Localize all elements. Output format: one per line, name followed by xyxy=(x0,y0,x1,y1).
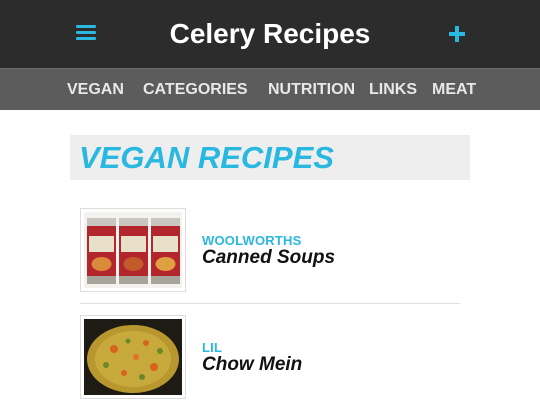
section-header: VEGAN RECIPES xyxy=(70,135,470,180)
recipe-source[interactable]: WOOLWORTHS xyxy=(202,233,302,248)
canned-soups-image xyxy=(84,212,182,288)
app-header: Celery Recipes xyxy=(0,0,540,68)
section-title: VEGAN RECIPES xyxy=(79,140,334,175)
recipe-source[interactable]: LIL xyxy=(202,340,222,355)
recipe-thumbnail[interactable] xyxy=(80,208,186,292)
recipe-name[interactable]: Canned Soups xyxy=(202,247,335,269)
recipe-thumbnail[interactable] xyxy=(80,315,186,399)
recipe-divider xyxy=(80,303,460,304)
category-nav: VEGAN CATEGORIES NUTRITION LINKS MEAT xyxy=(0,68,540,110)
nav-item-links[interactable]: LINKS xyxy=(369,69,417,111)
nav-item-vegan[interactable]: VEGAN xyxy=(67,69,124,111)
nav-item-meat[interactable]: MEAT xyxy=(432,69,476,111)
hamburger-menu-icon[interactable] xyxy=(76,22,96,46)
recipe-card[interactable]: WOOLWORTHS Canned Soups xyxy=(80,208,460,294)
nav-item-categories[interactable]: CATEGORIES xyxy=(143,69,248,111)
nav-item-nutrition[interactable]: NUTRITION xyxy=(268,69,355,111)
recipe-card[interactable]: LIL Chow Mein xyxy=(80,315,460,401)
recipe-name[interactable]: Chow Mein xyxy=(202,354,302,376)
chow-mein-image xyxy=(84,319,182,395)
add-plus-icon[interactable] xyxy=(446,20,468,48)
